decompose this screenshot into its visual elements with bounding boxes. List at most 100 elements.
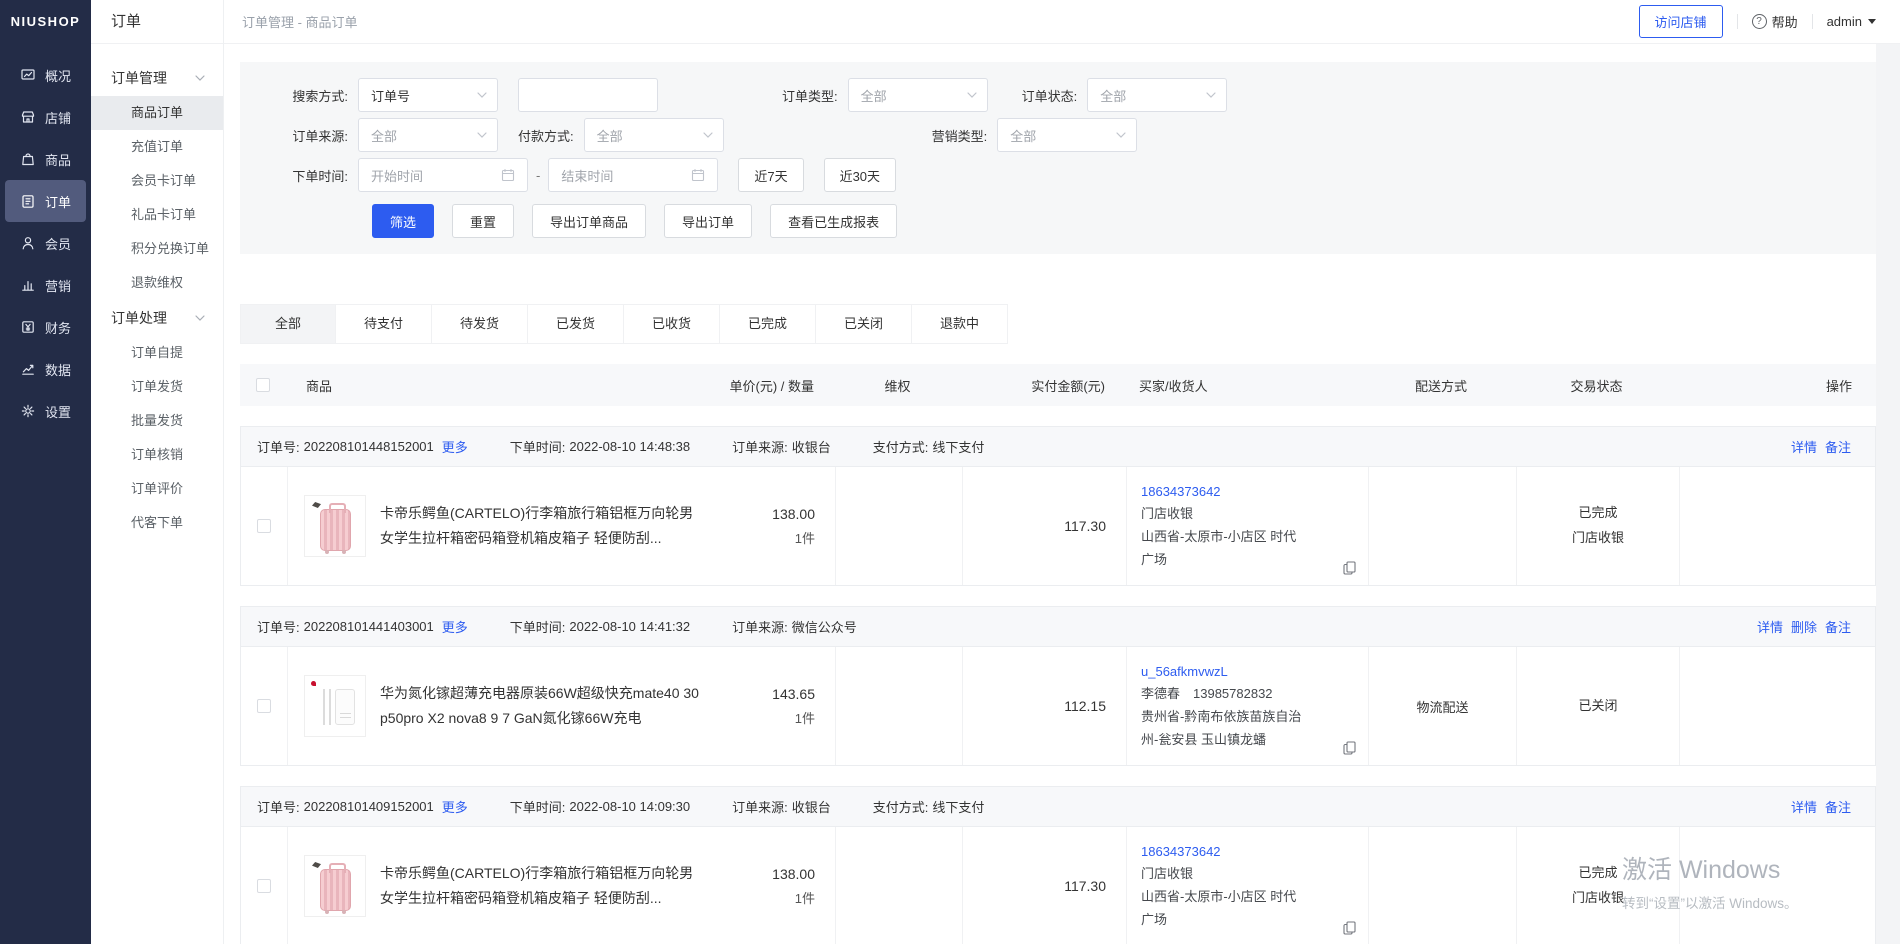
order-no: 202208101409152001 (304, 799, 434, 814)
quantity: 1件 (772, 708, 815, 727)
paid-amount: 112.15 (962, 647, 1126, 765)
tab-refunding[interactable]: 退款中 (912, 304, 1008, 344)
status-line: 已关闭 (1578, 694, 1617, 719)
tab-closed[interactable]: 已关闭 (816, 304, 912, 344)
row-checkbox[interactable] (257, 519, 271, 533)
sidebar-item-overview[interactable]: 概况 (0, 54, 91, 96)
main-sidebar: NIUSHOP 概况 店铺 商品 订单 会员 (0, 0, 91, 944)
tab-shipped[interactable]: 已发货 (528, 304, 624, 344)
tab-pending-shipment[interactable]: 待发货 (432, 304, 528, 344)
order-source-label: 订单来源: (732, 617, 788, 636)
sidebar-item-label: 设置 (45, 402, 71, 421)
submenu-item-refund-rights[interactable]: 退款维权 (91, 266, 223, 300)
sidebar-item-finance[interactable]: 财务 (0, 306, 91, 348)
delete-link[interactable]: 删除 (1791, 617, 1817, 636)
help-button[interactable]: ? 帮助 (1752, 12, 1798, 31)
sidebar-item-goods[interactable]: 商品 (0, 138, 91, 180)
remark-link[interactable]: 备注 (1825, 617, 1851, 636)
sidebar-item-orders[interactable]: 订单 (5, 180, 86, 222)
submenu-item-batch-shipping[interactable]: 批量发货 (91, 404, 223, 438)
submenu-item-order-verification[interactable]: 订单核销 (91, 438, 223, 472)
detail-link[interactable]: 详情 (1757, 617, 1783, 636)
row-checkbox[interactable] (257, 699, 271, 713)
paid-amount: 117.30 (962, 467, 1126, 585)
submenu-group-order-management[interactable]: 订单管理 (91, 60, 223, 96)
buyer-account-link[interactable]: u_56afkmvwzL (1141, 661, 1354, 684)
copy-icon[interactable] (1343, 741, 1356, 755)
submenu-item-order-shipping[interactable]: 订单发货 (91, 370, 223, 404)
buyer-account-link[interactable]: 18634373642 (1141, 481, 1354, 504)
remark-link[interactable]: 备注 (1825, 797, 1851, 816)
topbar: 订单管理 - 商品订单 访问店铺 ? 帮助 admin (224, 0, 1900, 44)
order-source-select[interactable]: 全部 (358, 118, 498, 152)
view-reports-button[interactable]: 查看已生成报表 (770, 204, 897, 238)
select-value: 订单号 (371, 86, 410, 105)
order-time: 2022-08-10 14:09:30 (569, 799, 690, 814)
tab-pending-payment[interactable]: 待支付 (336, 304, 432, 344)
buyer-account-link[interactable]: 18634373642 (1141, 841, 1354, 864)
row-checkbox[interactable] (257, 879, 271, 893)
filter-button[interactable]: 筛选 (372, 204, 434, 238)
export-order-goods-button[interactable]: 导出订单商品 (532, 204, 646, 238)
submenu-item-order-review[interactable]: 订单评价 (91, 472, 223, 506)
submenu-item-order-pickup[interactable]: 订单自提 (91, 336, 223, 370)
detail-link[interactable]: 详情 (1791, 437, 1817, 456)
sidebar-item-marketing[interactable]: 营销 (0, 264, 91, 306)
marketing-type-select[interactable]: 全部 (997, 118, 1137, 152)
calendar-icon (691, 168, 705, 182)
col-action: 操作 (1678, 376, 1876, 395)
last-30-days-button[interactable]: 近30天 (824, 158, 896, 192)
order-time-label: 下单时间: (510, 797, 566, 816)
start-time-input[interactable]: 开始时间 (358, 158, 528, 192)
keyword-input[interactable] (518, 78, 658, 112)
order-status-select[interactable]: 全部 (1087, 78, 1227, 112)
remark-link[interactable]: 备注 (1825, 437, 1851, 456)
tab-all[interactable]: 全部 (240, 304, 336, 344)
order-type-select[interactable]: 全部 (848, 78, 988, 112)
submenu-group-order-processing[interactable]: 订单处理 (91, 300, 223, 336)
order-type-label: 订单类型: (782, 86, 838, 105)
buyer-name: 门店收银 (1141, 503, 1354, 526)
sidebar-item-data[interactable]: 数据 (0, 348, 91, 390)
username: admin (1827, 14, 1862, 29)
submenu-item-member-card-orders[interactable]: 会员卡订单 (91, 164, 223, 198)
export-order-button[interactable]: 导出订单 (664, 204, 752, 238)
more-link[interactable]: 更多 (442, 797, 468, 816)
trade-status: 已完成 门店收银 (1516, 467, 1679, 585)
order-source-label: 订单来源: (264, 126, 348, 145)
more-link[interactable]: 更多 (442, 617, 468, 636)
reset-button[interactable]: 重置 (452, 204, 514, 238)
submenu-item-proxy-order[interactable]: 代客下单 (91, 506, 223, 540)
submenu-title: 订单 (91, 0, 223, 44)
last-7-days-button[interactable]: 近7天 (738, 158, 803, 192)
sidebar-item-members[interactable]: 会员 (0, 222, 91, 264)
submenu-group-label: 订单管理 (111, 68, 167, 88)
detail-link[interactable]: 详情 (1791, 797, 1817, 816)
col-delivery: 配送方式 (1367, 376, 1515, 395)
sidebar-item-settings[interactable]: 设置 (0, 390, 91, 432)
submenu-item-points-orders[interactable]: 积分兑换订单 (91, 232, 223, 266)
select-value: 全部 (597, 126, 623, 145)
copy-icon[interactable] (1343, 561, 1356, 575)
copy-icon[interactable] (1343, 921, 1356, 935)
status-tabs: 全部 待支付 待发货 已发货 已收货 已完成 已关闭 退款中 (240, 304, 1876, 344)
tab-completed[interactable]: 已完成 (720, 304, 816, 344)
select-value: 全部 (861, 86, 887, 105)
order-header: 订单号:202208101441403001更多 下单时间:2022-08-10… (241, 607, 1875, 647)
sidebar-item-shop[interactable]: 店铺 (0, 96, 91, 138)
user-menu[interactable]: admin (1827, 14, 1876, 29)
product-name: 卡帝乐鳄鱼(CARTELO)行李箱旅行箱铝框万向轮男女学生拉杆箱密码箱登机箱皮箱… (380, 861, 700, 911)
end-time-input[interactable]: 结束时间 (548, 158, 718, 192)
search-type-select[interactable]: 订单号 (358, 78, 498, 112)
more-link[interactable]: 更多 (442, 437, 468, 456)
tab-received[interactable]: 已收货 (624, 304, 720, 344)
pay-method-select[interactable]: 全部 (584, 118, 724, 152)
submenu-item-recharge-orders[interactable]: 充值订单 (91, 130, 223, 164)
visit-shop-button[interactable]: 访问店铺 (1639, 5, 1723, 38)
buyer-name: 李德春 13985782832 (1141, 683, 1354, 706)
submenu-item-goods-orders[interactable]: 商品订单 (91, 96, 223, 130)
select-all-checkbox[interactable] (256, 378, 270, 392)
order-no-label: 订单号: (257, 437, 300, 456)
scrollbar-track[interactable] (1876, 44, 1900, 944)
submenu-item-gift-card-orders[interactable]: 礼品卡订单 (91, 198, 223, 232)
